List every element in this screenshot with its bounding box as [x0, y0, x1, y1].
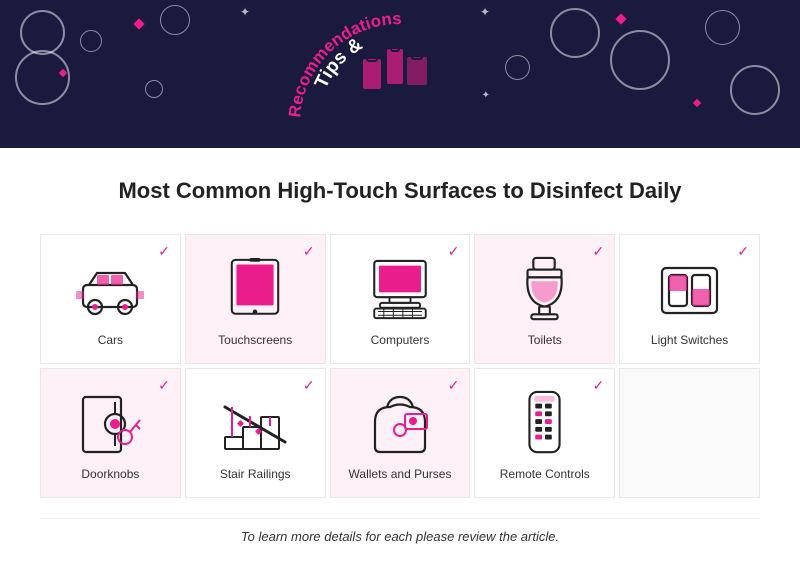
check-icon: ✓	[158, 243, 170, 260]
bubble-deco	[610, 30, 670, 90]
bottles-icon	[355, 19, 445, 129]
item-card-remotecontrols: ✓ Remote	[474, 368, 615, 498]
section-title: Most Common High-Touch Surfaces to Disin…	[40, 178, 760, 204]
bubble-deco	[550, 8, 600, 58]
item-label: Computers	[371, 333, 430, 349]
computer-icon	[365, 255, 435, 325]
check-icon: ✓	[592, 243, 604, 260]
items-grid: ✓ Cars ✓	[40, 234, 760, 498]
diamond-deco	[615, 13, 626, 24]
check-icon: ✓	[592, 377, 604, 394]
item-card-doorknobs: ✓ Doorknobs	[40, 368, 181, 498]
item-label: Touchscreens	[218, 333, 292, 349]
touchscreen-icon	[220, 255, 290, 325]
check-icon: ✓	[448, 243, 460, 260]
bubble-deco	[160, 5, 190, 35]
item-label: Remote Controls	[500, 467, 590, 483]
check-icon: ✓	[158, 377, 170, 394]
item-label: Toilets	[528, 333, 562, 349]
bubble-deco	[15, 50, 70, 105]
item-card-empty	[619, 368, 760, 498]
main-content: Most Common High-Touch Surfaces to Disin…	[0, 148, 800, 584]
star-deco: ✦	[240, 5, 250, 19]
toilet-icon	[510, 255, 580, 325]
item-label: Stair Railings	[220, 467, 291, 483]
header-banner: ✦ ✦ ✦ Tips & Recommendations	[0, 0, 800, 148]
item-label: Doorknobs	[81, 467, 139, 483]
item-card-toilets: ✓ Toilets	[474, 234, 615, 364]
item-card-touchscreens: ✓ Touchscreens	[185, 234, 326, 364]
check-icon: ✓	[737, 243, 749, 260]
doorknob-icon	[75, 389, 145, 459]
bubble-deco	[145, 80, 163, 98]
item-label: Light Switches	[651, 333, 728, 349]
check-icon: ✓	[303, 243, 315, 260]
remote-icon	[510, 389, 580, 459]
check-icon: ✓	[303, 377, 315, 394]
check-icon: ✓	[448, 377, 460, 394]
item-card-lightswitches: ✓ Light Switches	[619, 234, 760, 364]
cars-icon	[75, 255, 145, 325]
wallet-icon	[365, 389, 435, 459]
footer-note: To learn more details for each please re…	[40, 518, 760, 564]
bubble-deco	[705, 10, 740, 45]
item-label: Wallets and Purses	[349, 467, 452, 483]
lightswitch-icon	[655, 255, 725, 325]
item-card-cars: ✓ Cars	[40, 234, 181, 364]
item-card-stairrailings: ✓ Stair Railings	[185, 368, 326, 498]
bubble-deco	[80, 30, 102, 52]
diamond-deco	[133, 18, 144, 29]
item-card-wallets: ✓ Wallets and Purses	[330, 368, 471, 498]
bubble-deco	[730, 65, 780, 115]
diamond-deco	[693, 99, 701, 107]
bubble-deco	[20, 10, 65, 55]
item-card-computers: ✓ Computers	[330, 234, 471, 364]
stairrailing-icon	[220, 389, 290, 459]
item-label: Cars	[98, 333, 123, 349]
